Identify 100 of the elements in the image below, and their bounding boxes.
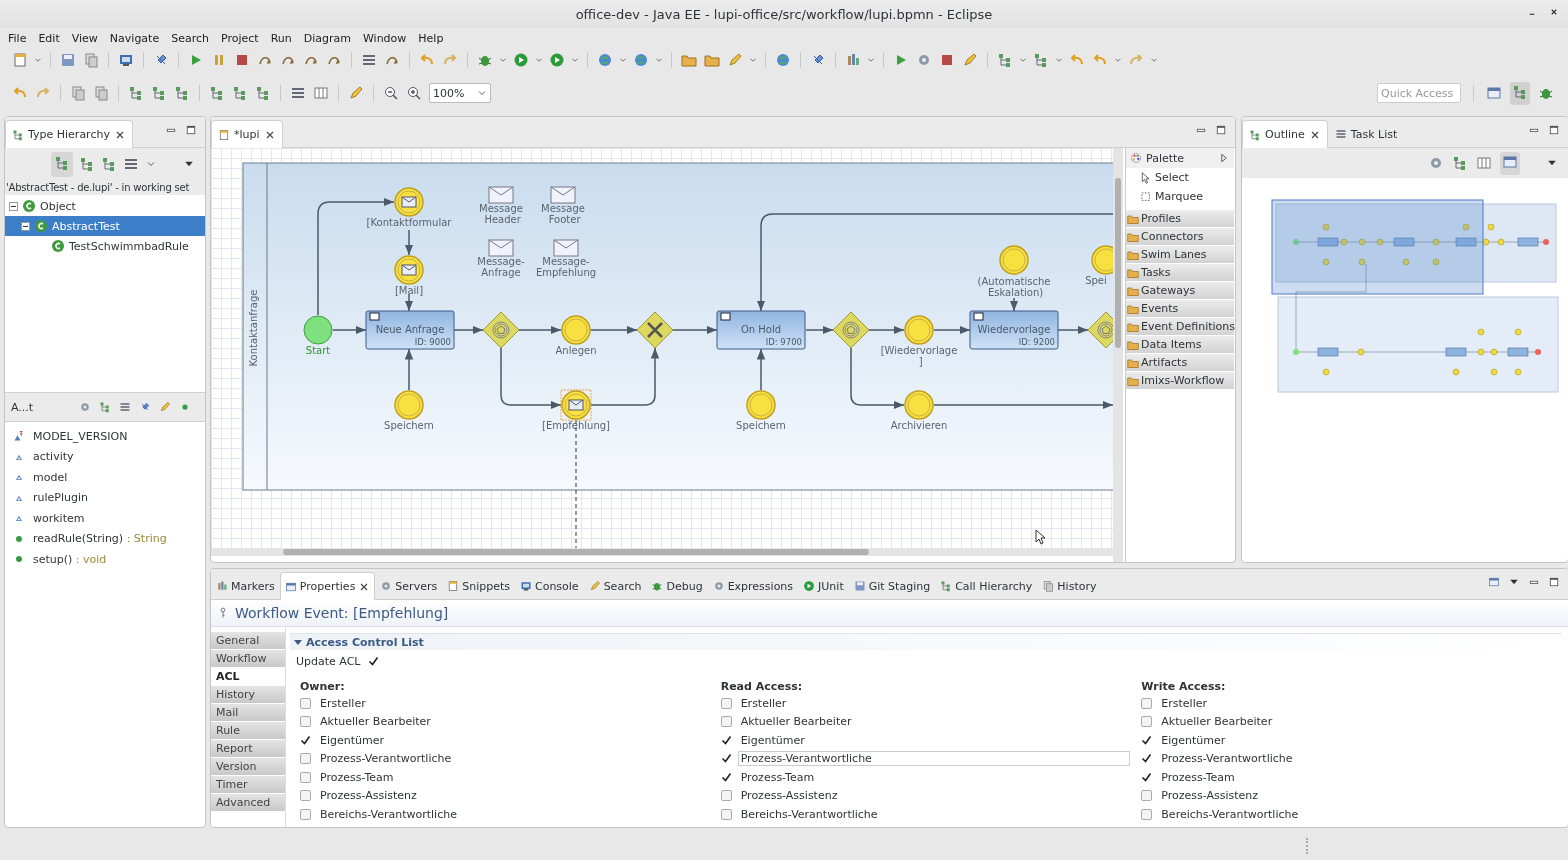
property-tab[interactable]: Version bbox=[211, 758, 285, 775]
menu-item[interactable]: Edit bbox=[32, 31, 66, 45]
collapse-icon[interactable] bbox=[21, 221, 30, 231]
triangle-icon[interactable] bbox=[1218, 152, 1230, 164]
sequence-flow[interactable] bbox=[756, 213, 1113, 312]
menu-item[interactable]: Run bbox=[264, 31, 298, 45]
property-tab[interactable]: Advanced bbox=[211, 794, 285, 811]
checkbox[interactable] bbox=[1141, 716, 1153, 728]
view-tab[interactable]: JUnit bbox=[798, 572, 849, 599]
collapse-icon[interactable] bbox=[9, 201, 18, 211]
checkbox-label[interactable]: Prozess-Team bbox=[737, 769, 818, 785]
tree-icon[interactable] bbox=[1452, 155, 1468, 171]
start-event[interactable] bbox=[303, 315, 333, 345]
checkbox-label[interactable]: Ersteller bbox=[737, 695, 790, 711]
checkbox-label[interactable]: Ersteller bbox=[317, 695, 369, 711]
palette-drawer[interactable]: Imixs-Workflow bbox=[1126, 372, 1234, 389]
checkbox-label[interactable]: Prozess-Team bbox=[317, 769, 397, 785]
view-tab[interactable]: Search bbox=[583, 572, 647, 599]
pencil-icon[interactable] bbox=[159, 401, 172, 413]
view-tab[interactable]: Snippets bbox=[442, 572, 515, 599]
checkbox-label[interactable]: Prozess-Verantwortliche bbox=[1158, 751, 1296, 767]
checkbox-label[interactable]: Ersteller bbox=[1158, 695, 1210, 711]
sequence-flow[interactable] bbox=[756, 348, 766, 391]
member-item[interactable]: workitem bbox=[5, 508, 205, 529]
property-tab[interactable]: History bbox=[211, 686, 285, 703]
property-tab[interactable]: Mail bbox=[211, 704, 285, 721]
maximize-icon[interactable] bbox=[1215, 124, 1227, 136]
property-tab[interactable]: Workflow bbox=[211, 650, 285, 667]
view-tab[interactable]: Git Staging bbox=[848, 572, 936, 599]
palette-tool[interactable]: Select bbox=[1126, 168, 1234, 187]
checkbox-label[interactable]: Eigentümer bbox=[737, 732, 808, 748]
view-tab[interactable]: Task List bbox=[1327, 120, 1405, 147]
sequence-flow[interactable] bbox=[1009, 297, 1019, 312]
message-envelope[interactable] bbox=[553, 239, 579, 257]
view-tab[interactable]: Call Hierarchy bbox=[935, 572, 1038, 599]
quick-access-field[interactable]: Quick Access bbox=[1377, 83, 1461, 103]
palette-drawer[interactable]: Event Definitions bbox=[1126, 318, 1234, 335]
intermediate-event[interactable] bbox=[1091, 245, 1113, 275]
member-item[interactable]: setup() : void bbox=[5, 549, 205, 570]
maximize-icon[interactable] bbox=[185, 124, 197, 136]
checkbox[interactable] bbox=[1141, 753, 1153, 765]
checkbox[interactable] bbox=[1141, 771, 1153, 783]
sequence-flow[interactable] bbox=[590, 325, 638, 335]
intermediate-event[interactable] bbox=[746, 390, 776, 420]
section-header[interactable]: Access Control List bbox=[290, 633, 1562, 650]
checkbox-label[interactable]: Prozess-Verantwortliche bbox=[737, 751, 1130, 767]
menu-item[interactable]: View bbox=[65, 31, 104, 45]
checkbox-label[interactable]: Prozess-Verantwortliche bbox=[317, 751, 455, 767]
sequence-flow[interactable] bbox=[404, 348, 414, 391]
checkbox-label[interactable]: Bereichs-Verantwortliche bbox=[737, 806, 881, 822]
checkbox[interactable] bbox=[1141, 790, 1153, 802]
palette-tool[interactable]: Marquee bbox=[1126, 187, 1234, 206]
property-tab[interactable]: Rule bbox=[211, 722, 285, 739]
view-tab[interactable]: Properties bbox=[279, 572, 376, 600]
checkbox[interactable] bbox=[368, 655, 380, 667]
view-tab[interactable]: Markers bbox=[211, 572, 280, 599]
maximize-icon[interactable] bbox=[1548, 124, 1560, 136]
checkbox[interactable] bbox=[300, 734, 311, 746]
checkbox[interactable] bbox=[300, 697, 311, 709]
sequence-flow[interactable] bbox=[868, 325, 905, 335]
member-item[interactable]: model bbox=[5, 467, 205, 488]
checkbox-label[interactable]: Aktueller Bearbeiter bbox=[1158, 714, 1276, 730]
maximize-icon[interactable] bbox=[1548, 576, 1560, 588]
message-event[interactable] bbox=[394, 255, 424, 285]
sequence-flow[interactable] bbox=[332, 325, 367, 335]
view-tab[interactable]: Type Hierarchy bbox=[5, 120, 133, 148]
sequence-flow[interactable] bbox=[672, 325, 718, 335]
tree-icon[interactable] bbox=[101, 156, 117, 172]
checkbox-label[interactable]: Eigentümer bbox=[317, 732, 388, 748]
checkbox[interactable] bbox=[1141, 697, 1153, 709]
message-envelope[interactable] bbox=[550, 186, 576, 204]
task[interactable] bbox=[365, 310, 455, 350]
list-icon[interactable] bbox=[123, 156, 139, 172]
gear-icon[interactable] bbox=[1428, 155, 1444, 171]
palette-drawer[interactable]: Data Items bbox=[1126, 336, 1234, 353]
tree-icon[interactable] bbox=[99, 401, 112, 413]
checkbox[interactable] bbox=[300, 716, 311, 728]
menu-item[interactable]: Navigate bbox=[103, 31, 166, 45]
checkbox[interactable] bbox=[720, 808, 732, 820]
message-event[interactable] bbox=[394, 187, 424, 217]
collapse-icon[interactable] bbox=[294, 638, 302, 646]
event-gateway[interactable] bbox=[482, 311, 520, 349]
checkbox-label[interactable]: Eigentümer bbox=[1158, 732, 1229, 748]
checkbox[interactable] bbox=[300, 753, 311, 765]
checkbox[interactable] bbox=[300, 771, 311, 783]
member-item[interactable]: readRule(String) : String bbox=[5, 528, 205, 549]
checkbox-label[interactable]: Aktueller Bearbeiter bbox=[317, 714, 434, 730]
tree-item[interactable]: TestSchwimmbadRule bbox=[5, 236, 205, 256]
swim-lane[interactable] bbox=[242, 162, 1113, 491]
menu-item[interactable]: Diagram bbox=[297, 31, 357, 45]
view-tab[interactable]: *lupi bbox=[211, 120, 283, 148]
menu-item[interactable]: Project bbox=[215, 31, 265, 45]
checkbox[interactable] bbox=[720, 753, 732, 765]
view-tab[interactable]: Outline bbox=[1242, 120, 1328, 148]
view-tab[interactable]: Console bbox=[514, 572, 584, 599]
intermediate-event[interactable] bbox=[394, 390, 424, 420]
sequence-flow[interactable] bbox=[805, 325, 834, 335]
palette-drawer[interactable]: Swim Lanes bbox=[1126, 246, 1234, 263]
message-event[interactable] bbox=[560, 389, 592, 421]
tree-item[interactable]: AbstractTest bbox=[5, 216, 205, 236]
